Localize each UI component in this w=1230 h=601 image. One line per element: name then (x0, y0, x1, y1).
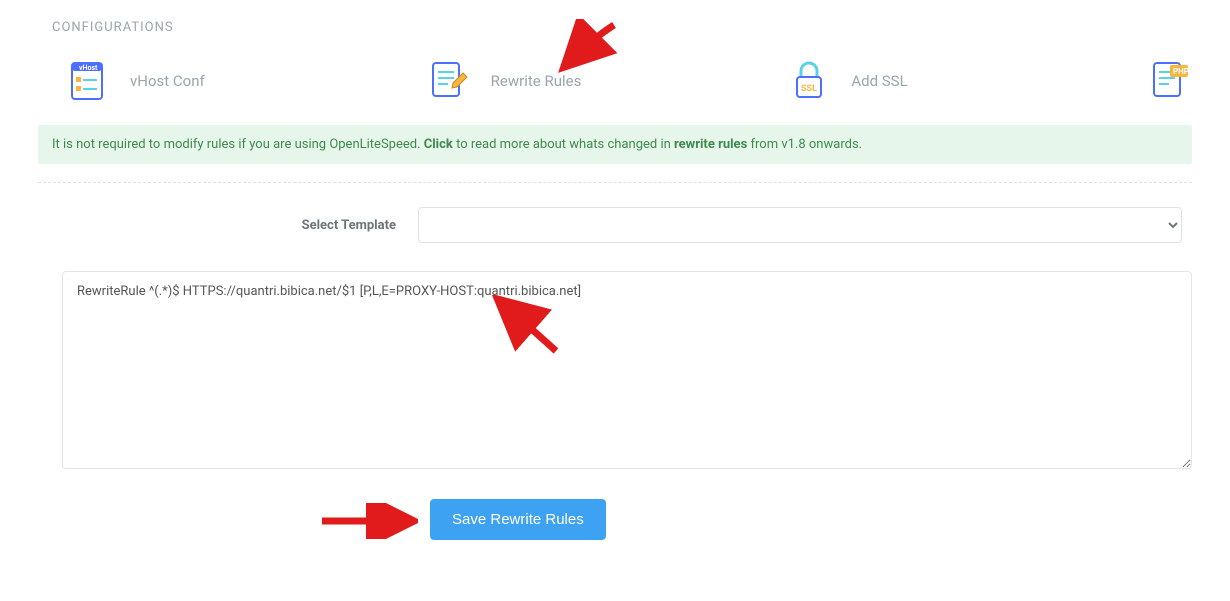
php-icon: PHP (1148, 59, 1192, 103)
template-label: Select Template (48, 218, 418, 233)
config-item-ssl[interactable]: SSL Add SSL (787, 59, 1148, 103)
config-label: Add SSL (851, 72, 907, 90)
template-row: Select Template (38, 207, 1192, 243)
config-item-php[interactable]: PHP (1148, 59, 1192, 103)
save-button[interactable]: Save Rewrite Rules (430, 499, 606, 540)
section-title: CONFIGURATIONS (52, 20, 1192, 35)
annotation-arrow (318, 503, 418, 543)
svg-text:SSL: SSL (801, 84, 817, 94)
rules-wrap (38, 271, 1192, 473)
info-alert: It is not required to modify rules if yo… (38, 125, 1192, 164)
alert-text: It is not required to modify rules if yo… (52, 137, 424, 152)
alert-click[interactable]: Click (424, 137, 453, 152)
vhost-icon: vHost (66, 59, 110, 103)
ssl-icon: SSL (787, 59, 831, 103)
template-select[interactable] (418, 207, 1182, 243)
config-item-rewrite[interactable]: Rewrite Rules (427, 59, 788, 103)
alert-text: to read more about whats changed in (453, 137, 674, 152)
config-panel: CONFIGURATIONS vHost vHost Conf (38, 20, 1192, 540)
rewrite-rules-input[interactable] (62, 271, 1192, 469)
rewrite-rules-link[interactable]: rewrite rules (674, 137, 747, 152)
svg-text:PHP: PHP (1173, 67, 1189, 76)
button-row: Save Rewrite Rules (38, 499, 1192, 540)
alert-text: from v1.8 onwards. (747, 137, 862, 152)
divider (38, 182, 1192, 183)
config-label: vHost Conf (130, 72, 205, 90)
config-item-vhost[interactable]: vHost vHost Conf (66, 59, 427, 103)
config-row: vHost vHost Conf Rewrite Rules (38, 59, 1192, 103)
config-label: Rewrite Rules (491, 72, 582, 90)
rewrite-icon (427, 59, 471, 103)
svg-text:vHost: vHost (79, 64, 98, 72)
